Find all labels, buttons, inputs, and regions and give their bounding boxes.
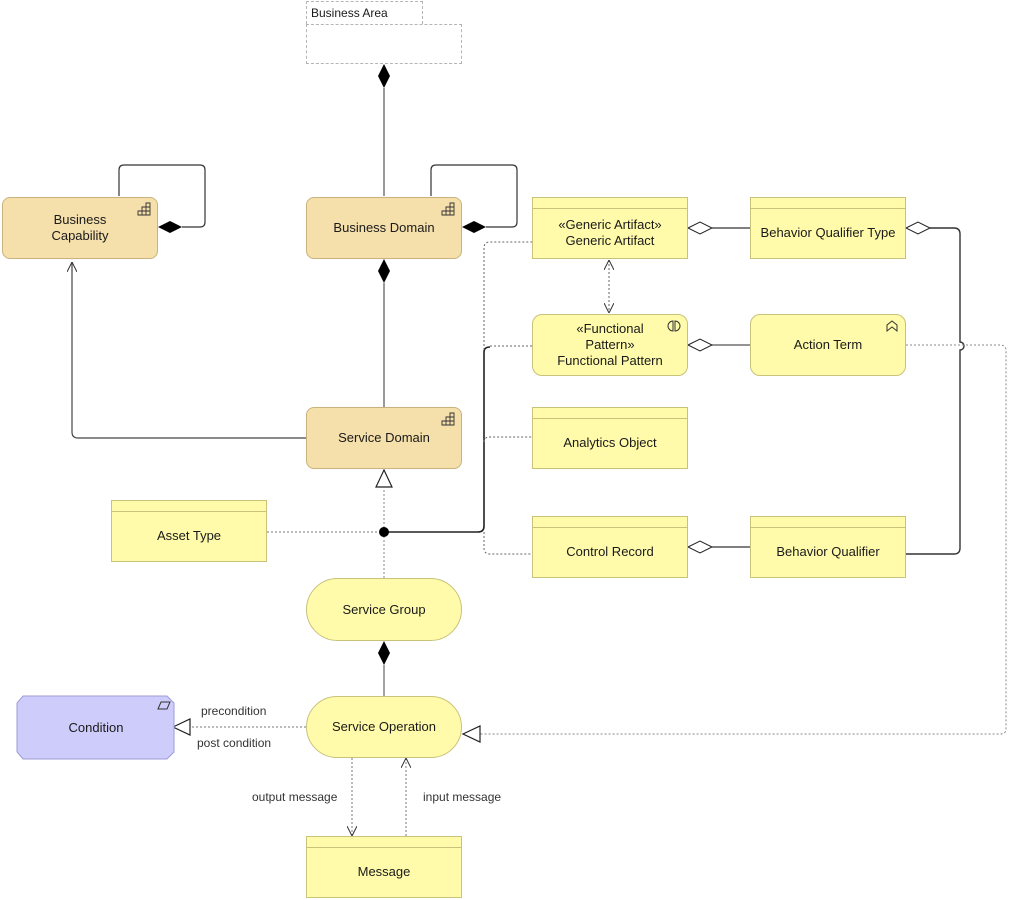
edge-label-input-message: input message [423,790,502,804]
object-header-divider [751,208,905,209]
node-label: «Generic Artifact» Generic Artifact [558,217,662,248]
node-label: Behavior Qualifier [776,544,880,559]
node-analytics-object[interactable]: Analytics Object [532,407,688,469]
node-message[interactable]: Message [306,836,462,898]
node-behavior-qualifier-type[interactable]: Behavior Qualifier Type [750,197,906,259]
node-label: Business Domain [333,220,435,235]
node-label: Behavior Qualifier Type [760,225,896,240]
node-label: Service Domain [338,430,430,445]
node-label: Service Group [342,601,426,617]
business-area-group[interactable] [306,24,462,64]
node-service-operation[interactable]: Service Operation [306,696,462,758]
capability-icon [137,202,151,216]
interaction-icon [667,320,681,332]
edge-label-post-condition: post condition [197,736,272,750]
node-condition[interactable]: Condition [17,696,175,759]
edge-label-output-message: output message [252,790,338,804]
capability-icon [441,412,455,426]
node-label: Service Operation [331,719,437,734]
object-header-divider [533,418,687,419]
function-icon [886,320,898,333]
node-service-domain[interactable]: Service Domain [306,407,462,469]
edge-trunk-control [483,532,532,555]
node-action-term[interactable]: Action Term [750,314,906,376]
edge-trunk-generic [483,241,532,350]
node-generic-artifact[interactable]: «Generic Artifact» Generic Artifact [532,197,688,259]
node-asset-type[interactable]: Asset Type [111,500,267,562]
business-area-tab[interactable]: Business Area [306,1,423,24]
node-label: Control Record [566,544,654,559]
edge-label-precondition: precondition [201,704,267,718]
object-header-divider [307,847,461,848]
node-business-capability[interactable]: Business Capability [2,197,158,259]
node-control-record[interactable]: Control Record [532,516,688,578]
requirement-icon [157,701,171,710]
node-business-domain[interactable]: Business Domain [306,197,462,259]
edge-servicedomain-capability [72,262,306,439]
capability-icon [441,202,455,216]
node-functional-pattern[interactable]: «Functional Pattern» Functional Pattern [532,314,688,376]
edge-trunk-analytics [483,436,532,443]
connectors-layer [0,64,1007,836]
object-header-divider [533,208,687,209]
node-service-group[interactable]: Service Group [306,578,462,641]
node-label: Action Term [793,337,863,352]
node-label: «Functional Pattern» Functional Pattern [557,321,663,368]
node-behavior-qualifier[interactable]: Behavior Qualifier [750,516,906,578]
node-label: Analytics Object [563,435,657,450]
node-label: Condition [68,719,124,735]
node-label: Message [357,864,411,879]
edge-bq-bqt [906,227,965,555]
object-header-divider [751,527,905,528]
object-header-divider [533,527,687,528]
object-header-divider [112,511,266,512]
node-label: Asset Type [156,528,222,543]
junction-dot [379,527,389,537]
node-label: Business Capability [51,212,109,243]
